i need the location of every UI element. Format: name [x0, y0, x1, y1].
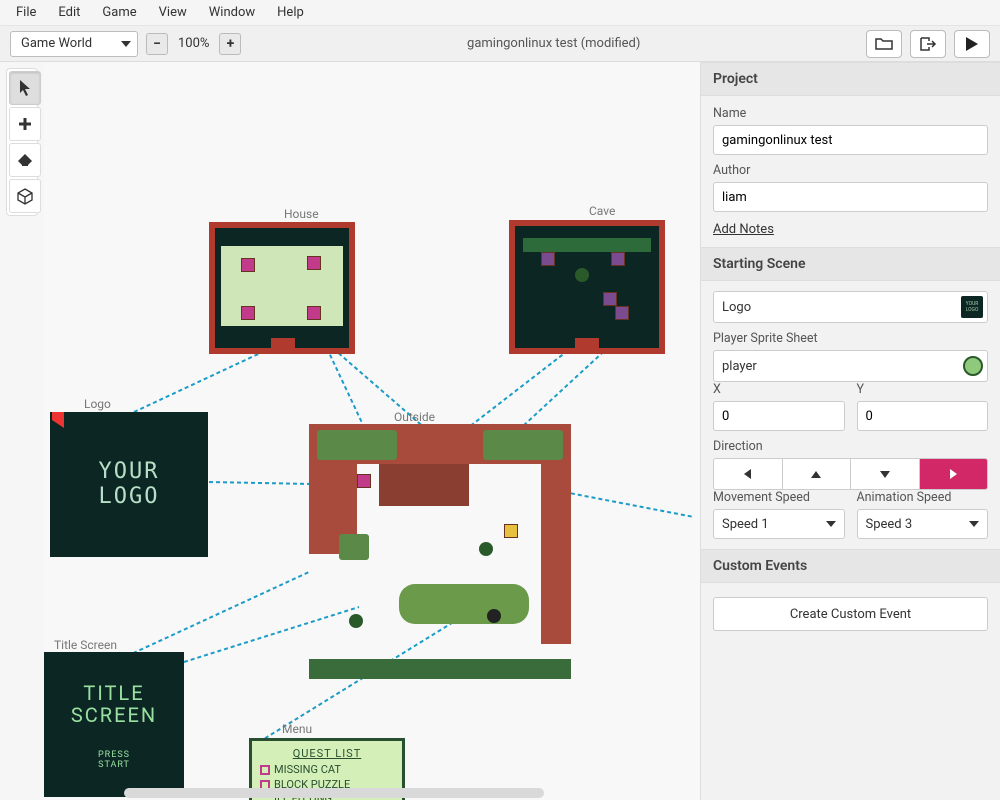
custom-events-header: Custom Events	[701, 549, 1000, 583]
menu-edit[interactable]: Edit	[48, 2, 90, 23]
name-label: Name	[713, 106, 988, 121]
export-button[interactable]	[910, 30, 946, 58]
play-button[interactable]	[954, 30, 990, 58]
zoom-out-button[interactable]: −	[146, 33, 168, 55]
author-label: Author	[713, 163, 988, 178]
view-selector[interactable]: Game World	[10, 31, 138, 57]
view-selector-label: Game World	[21, 36, 92, 51]
play-icon	[966, 37, 978, 51]
scene-label-menu: Menu	[282, 722, 312, 736]
menu-file[interactable]: File	[6, 2, 46, 23]
document-title: gamingonlinux test (modified)	[249, 36, 858, 51]
tool-column	[0, 62, 44, 800]
player-sprite-icon	[963, 356, 983, 376]
arrow-up-icon	[811, 471, 821, 478]
animation-speed-label: Animation Speed	[857, 490, 989, 505]
cube-icon	[16, 187, 34, 205]
scene-logo[interactable]: YOUR LOGO	[50, 412, 208, 557]
scene-house[interactable]	[209, 222, 355, 354]
y-input[interactable]	[857, 401, 989, 431]
menu-window[interactable]: Window	[199, 2, 265, 23]
player-sprite-value: player	[722, 359, 963, 374]
menu-help[interactable]: Help	[267, 2, 314, 23]
direction-buttons	[713, 458, 988, 490]
scene-label-cave: Cave	[589, 204, 615, 218]
add-notes-link[interactable]: Add Notes	[713, 222, 774, 237]
scene-label-outside: Outside	[394, 410, 435, 424]
toolbar: Game World − 100% + gamingonlinux test (…	[0, 26, 1000, 62]
world-canvas[interactable]: House Cave Logo YOUR LOGO Outside	[44, 62, 700, 800]
y-label: Y	[857, 382, 989, 397]
start-scene-select[interactable]: Logo YOURLOGO	[713, 291, 988, 323]
direction-left[interactable]	[714, 459, 783, 489]
scene-label-title: Title Screen	[54, 638, 117, 652]
direction-up[interactable]	[783, 459, 852, 489]
quest-item: MISSING CAT	[260, 764, 394, 777]
folder-icon	[875, 37, 893, 51]
scene-label-logo: Logo	[84, 397, 111, 411]
logo-text: YOUR LOGO	[99, 460, 160, 508]
arrow-down-icon	[880, 471, 890, 478]
title-sub: PRESS START	[44, 750, 184, 770]
movement-speed-select[interactable]: Speed 1	[713, 509, 845, 539]
direction-right[interactable]	[920, 459, 988, 489]
erase-tool[interactable]	[9, 143, 41, 177]
chevron-down-icon	[826, 521, 836, 527]
start-scene-value: Logo	[722, 300, 961, 315]
direction-label: Direction	[713, 439, 988, 454]
scene-thumb-icon: YOURLOGO	[961, 296, 983, 318]
direction-down[interactable]	[851, 459, 920, 489]
scene-title-screen[interactable]: TITLE SCREEN PRESS START	[44, 652, 184, 797]
zoom-controls: − 100% +	[146, 33, 241, 55]
cube-tool[interactable]	[9, 179, 41, 213]
plus-icon	[17, 116, 33, 132]
create-custom-event-button[interactable]: Create Custom Event	[713, 597, 988, 631]
eraser-icon	[16, 153, 34, 167]
menu-view[interactable]: View	[149, 2, 197, 23]
quest-list-header: QUEST LIST	[260, 747, 394, 760]
title-line1: TITLE	[44, 682, 184, 704]
scene-label-house: House	[284, 207, 319, 221]
title-line2: SCREEN	[44, 704, 184, 726]
start-flag-icon	[52, 412, 64, 428]
scene-outside[interactable]	[309, 424, 571, 679]
player-sprite-select[interactable]: player	[713, 350, 988, 382]
zoom-value: 100%	[172, 36, 215, 51]
add-tool[interactable]	[9, 107, 41, 141]
chevron-down-icon	[969, 521, 979, 527]
pointer-icon	[18, 79, 32, 97]
pointer-tool[interactable]	[9, 71, 41, 105]
starting-scene-header: Starting Scene	[701, 247, 1000, 281]
animation-speed-select[interactable]: Speed 3	[857, 509, 989, 539]
player-sprite-label: Player Sprite Sheet	[713, 331, 988, 346]
menu-game[interactable]: Game	[92, 2, 146, 23]
arrow-left-icon	[744, 469, 751, 479]
scene-cave[interactable]	[509, 220, 665, 354]
horizontal-scrollbar[interactable]	[124, 788, 544, 798]
movement-speed-label: Movement Speed	[713, 490, 845, 505]
project-name-input[interactable]	[713, 125, 988, 155]
export-icon	[919, 36, 937, 52]
author-input[interactable]	[713, 182, 988, 212]
x-label: X	[713, 382, 845, 397]
folder-button[interactable]	[866, 30, 902, 58]
zoom-in-button[interactable]: +	[219, 33, 241, 55]
arrow-right-icon	[950, 469, 957, 479]
inspector-panel: Project Name Author Add Notes Starting S…	[700, 62, 1000, 800]
x-input[interactable]	[713, 401, 845, 431]
project-header: Project	[701, 62, 1000, 96]
menubar: File Edit Game View Window Help	[0, 0, 1000, 26]
chevron-down-icon	[121, 41, 131, 47]
